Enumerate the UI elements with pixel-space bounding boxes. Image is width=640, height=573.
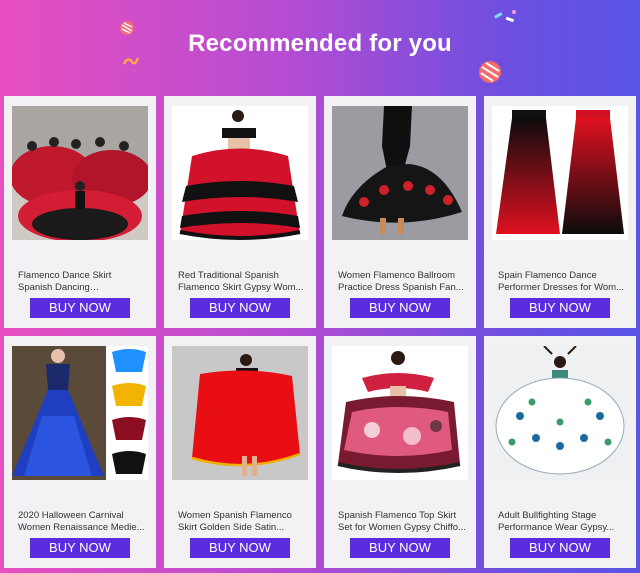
candy-icon: [479, 61, 501, 83]
product-image[interactable]: [12, 346, 148, 480]
product-image[interactable]: [332, 106, 468, 240]
product-card[interactable]: Spanish Flamenco Top Skirt Set for Women…: [324, 336, 476, 568]
product-image[interactable]: [172, 346, 308, 480]
buy-now-button[interactable]: BUY NOW: [350, 538, 450, 558]
product-title[interactable]: Women Flamenco Ballroom Practice Dress S…: [338, 270, 466, 293]
product-card[interactable]: Adult Bullfighting Stage Performance Wea…: [484, 336, 636, 568]
product-title[interactable]: Red Traditional Spanish Flamenco Skirt G…: [178, 270, 306, 293]
buy-now-button[interactable]: BUY NOW: [510, 298, 610, 318]
product-card[interactable]: Spain Flamenco Dance Performer Dresses f…: [484, 96, 636, 328]
streamer-icon: [494, 10, 516, 23]
product-grid: Flamenco Dance Skirt Spanish Dancing Per…: [4, 96, 636, 568]
buy-now-button[interactable]: BUY NOW: [30, 538, 130, 558]
product-title[interactable]: Flamenco Dance Skirt Spanish Dancing Per…: [18, 270, 146, 293]
page-title: Recommended for you: [188, 30, 452, 57]
header-banner: Recommended for you: [0, 0, 640, 92]
product-image[interactable]: [172, 106, 308, 240]
product-card[interactable]: 2020 Halloween Carnival Women Renaissanc…: [4, 336, 156, 568]
product-title[interactable]: Spanish Flamenco Top Skirt Set for Women…: [338, 510, 466, 533]
product-image[interactable]: [492, 346, 628, 480]
product-title[interactable]: Adult Bullfighting Stage Performance Wea…: [498, 510, 626, 533]
product-title[interactable]: 2020 Halloween Carnival Women Renaissanc…: [18, 510, 146, 533]
product-card[interactable]: Women Flamenco Ballroom Practice Dress S…: [324, 96, 476, 328]
buy-now-button[interactable]: BUY NOW: [190, 298, 290, 318]
product-image[interactable]: [12, 106, 148, 240]
product-card[interactable]: Flamenco Dance Skirt Spanish Dancing Per…: [4, 96, 156, 328]
product-card[interactable]: Red Traditional Spanish Flamenco Skirt G…: [164, 96, 316, 328]
buy-now-button[interactable]: BUY NOW: [30, 298, 130, 318]
product-title[interactable]: Spain Flamenco Dance Performer Dresses f…: [498, 270, 626, 293]
buy-now-button[interactable]: BUY NOW: [350, 298, 450, 318]
product-image[interactable]: [332, 346, 468, 480]
product-image[interactable]: [492, 106, 628, 240]
buy-now-button[interactable]: BUY NOW: [190, 538, 290, 558]
product-card[interactable]: Women Spanish Flamenco Skirt Golden Side…: [164, 336, 316, 568]
buy-now-button[interactable]: BUY NOW: [510, 538, 610, 558]
product-title[interactable]: Women Spanish Flamenco Skirt Golden Side…: [178, 510, 306, 533]
